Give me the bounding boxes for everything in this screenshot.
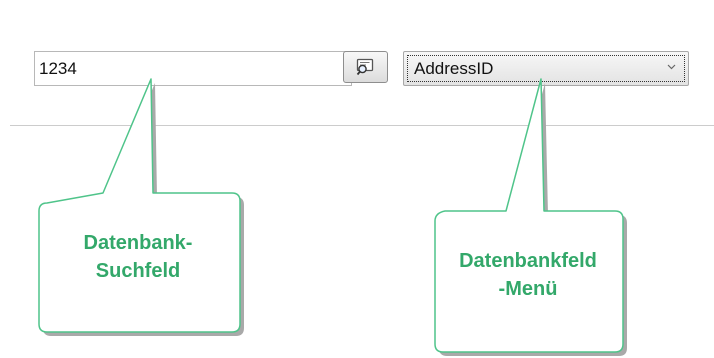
callout-field-menu-label: Datenbankfeld -Menü: [428, 247, 628, 303]
callout-graphics: [38, 78, 627, 356]
callout-search-field-bubble: [38, 78, 241, 333]
callout-search-field-line2: Suchfeld: [95, 260, 181, 282]
callout-field-menu-bubble: [434, 78, 624, 353]
callout-search-field-line1: Datenbank-: [83, 232, 193, 254]
callout-search-field-label: Datenbank- Suchfeld: [40, 229, 236, 285]
callout-field-menu-line1: Datenbankfeld: [459, 250, 597, 272]
callout-field-menu-line2: -Menü: [498, 278, 558, 300]
